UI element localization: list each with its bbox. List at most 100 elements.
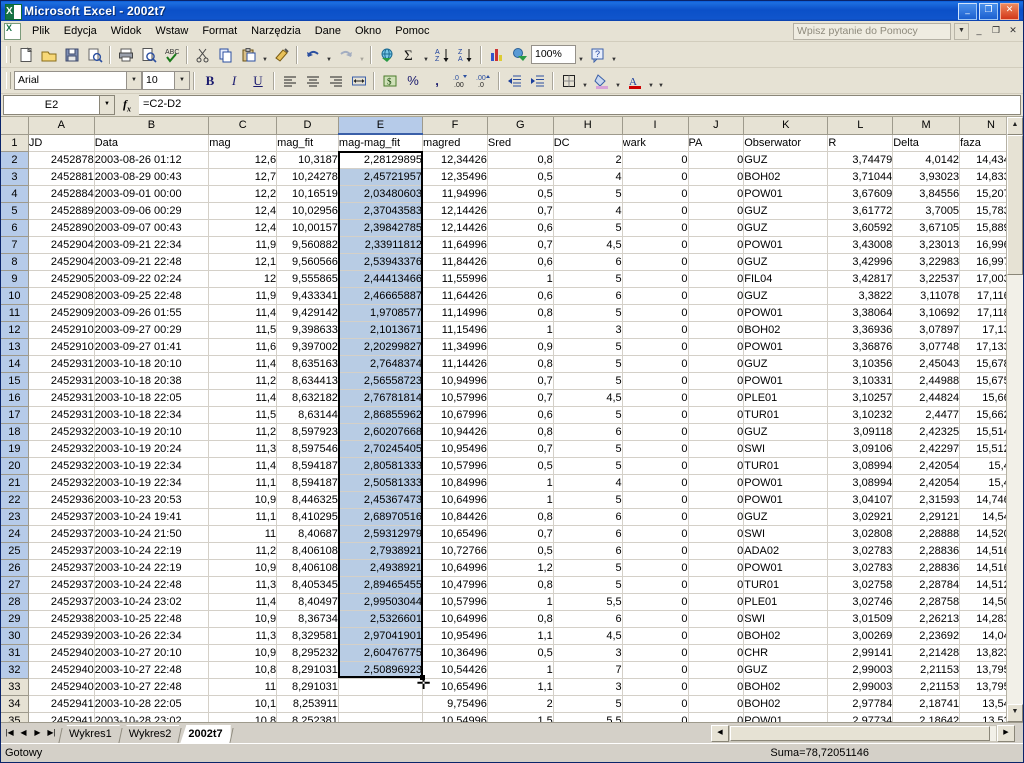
- row-header[interactable]: 8: [1, 253, 29, 271]
- undo-dropdown-icon[interactable]: ▼: [324, 41, 334, 69]
- data-cell[interactable]: TUR01: [743, 457, 829, 475]
- data-cell[interactable]: 11,94996: [422, 185, 488, 203]
- data-cell[interactable]: POW01: [743, 712, 829, 722]
- data-cell[interactable]: 0,5: [487, 168, 554, 186]
- data-cell[interactable]: 2,60476775: [338, 644, 424, 662]
- data-cell[interactable]: GUZ: [743, 287, 829, 305]
- align-center-icon[interactable]: [301, 70, 324, 92]
- next-sheet-icon[interactable]: ▶: [31, 726, 44, 741]
- data-cell[interactable]: 2452940: [28, 678, 95, 696]
- row-header[interactable]: 23: [1, 508, 29, 526]
- data-cell[interactable]: 0: [688, 168, 745, 186]
- paste-dropdown-icon[interactable]: ▼: [260, 41, 270, 69]
- data-cell[interactable]: 5: [553, 406, 623, 424]
- data-cell[interactable]: BOH02: [743, 168, 829, 186]
- data-cell[interactable]: 3,7005: [892, 202, 961, 220]
- data-cell[interactable]: 1,9708577: [338, 304, 424, 322]
- font-size-dropdown-icon[interactable]: ▼: [175, 71, 190, 90]
- data-cell[interactable]: 3,67105: [892, 219, 961, 237]
- data-cell[interactable]: 0: [622, 457, 689, 475]
- data-cell[interactable]: 3,71044: [827, 168, 894, 186]
- data-cell[interactable]: 2,70245405: [338, 440, 424, 458]
- column-header-c[interactable]: C: [208, 117, 278, 135]
- data-cell[interactable]: 0: [688, 491, 745, 509]
- data-cell[interactable]: 3,07748: [892, 338, 961, 356]
- column-header-e[interactable]: E: [338, 117, 424, 135]
- new-icon[interactable]: [14, 44, 37, 66]
- data-cell[interactable]: 2,80581333: [338, 457, 424, 475]
- data-cell[interactable]: 2452881: [28, 168, 95, 186]
- sort-descending-icon[interactable]: ZA: [454, 44, 477, 66]
- data-cell[interactable]: 2003-10-18 22:34: [94, 406, 210, 424]
- data-cell[interactable]: GUZ: [743, 151, 829, 169]
- data-cell[interactable]: 12,2: [208, 185, 278, 203]
- row-header[interactable]: 10: [1, 287, 29, 305]
- close-button[interactable]: ✕: [1000, 2, 1019, 20]
- row-header[interactable]: 22: [1, 491, 29, 509]
- data-cell[interactable]: 8,446325: [276, 491, 339, 509]
- fill-color-dropdown-icon[interactable]: ▼: [613, 67, 623, 95]
- data-cell[interactable]: 2,28784: [892, 576, 961, 594]
- data-cell[interactable]: 0: [688, 644, 745, 662]
- data-cell[interactable]: 8,40497: [276, 593, 339, 611]
- column-header-d[interactable]: D: [276, 117, 339, 135]
- data-cell[interactable]: 2003-10-24 21:50: [94, 525, 210, 543]
- data-cell[interactable]: 3,01509: [827, 610, 894, 628]
- data-cell[interactable]: 5: [553, 576, 623, 594]
- data-cell[interactable]: 2003-10-18 20:38: [94, 372, 210, 390]
- data-cell[interactable]: 2003-09-07 00:43: [94, 219, 210, 237]
- sheet-tab-wykres1[interactable]: Wykres1: [61, 725, 120, 743]
- data-cell[interactable]: 2,28888: [892, 525, 961, 543]
- bold-button[interactable]: B: [198, 70, 222, 92]
- doc-minimize-button[interactable]: _: [972, 24, 986, 38]
- data-cell[interactable]: 0,6: [487, 219, 554, 237]
- data-cell[interactable]: 2,45043: [892, 355, 961, 373]
- row-header[interactable]: 25: [1, 542, 29, 560]
- data-cell[interactable]: 11,2: [208, 542, 278, 560]
- horizontal-scroll-track[interactable]: [729, 724, 997, 742]
- data-cell[interactable]: 1: [487, 474, 554, 492]
- sort-ascending-icon[interactable]: AZ: [431, 44, 454, 66]
- doc-restore-button[interactable]: ❐: [989, 24, 1003, 38]
- row-header[interactable]: 28: [1, 593, 29, 611]
- data-cell[interactable]: 5,5: [553, 712, 623, 722]
- prev-sheet-icon[interactable]: ◀: [17, 726, 30, 741]
- data-cell[interactable]: 2,29121: [892, 508, 961, 526]
- data-cell[interactable]: 0: [688, 610, 745, 628]
- data-cell[interactable]: 0: [622, 627, 689, 645]
- data-cell[interactable]: 2,97041901: [338, 627, 424, 645]
- data-cell[interactable]: 6: [553, 253, 623, 271]
- data-cell[interactable]: 0: [622, 525, 689, 543]
- row-header[interactable]: 26: [1, 559, 29, 577]
- data-cell[interactable]: 11,4: [208, 593, 278, 611]
- data-cell[interactable]: 3: [553, 644, 623, 662]
- data-cell[interactable]: 10,65496: [422, 525, 488, 543]
- data-cell[interactable]: 0: [688, 695, 745, 713]
- data-cell[interactable]: 2452931: [28, 355, 95, 373]
- data-cell[interactable]: BOH02: [743, 695, 829, 713]
- data-cell[interactable]: 8,634413: [276, 372, 339, 390]
- data-cell[interactable]: 2003-10-27 20:10: [94, 644, 210, 662]
- row-header[interactable]: 31: [1, 644, 29, 662]
- data-cell[interactable]: 0: [688, 304, 745, 322]
- column-header-j[interactable]: J: [688, 117, 745, 135]
- data-cell[interactable]: 0: [688, 525, 745, 543]
- borders-icon[interactable]: [557, 70, 580, 92]
- data-cell[interactable]: 2,68970516: [338, 508, 424, 526]
- chart-wizard-icon[interactable]: [485, 44, 508, 66]
- data-cell[interactable]: 2003-10-19 20:10: [94, 423, 210, 441]
- row-header[interactable]: 7: [1, 236, 29, 254]
- row-header[interactable]: 2: [1, 151, 29, 169]
- data-cell[interactable]: [338, 695, 424, 713]
- comma-button[interactable]: ,: [425, 70, 449, 92]
- data-cell[interactable]: 2,45367473: [338, 491, 424, 509]
- data-cell[interactable]: 0: [622, 491, 689, 509]
- data-cell[interactable]: 2003-08-29 00:43: [94, 168, 210, 186]
- data-cell[interactable]: 3,00269: [827, 627, 894, 645]
- data-cell[interactable]: 10,95496: [422, 627, 488, 645]
- data-cell[interactable]: 0: [622, 270, 689, 288]
- data-cell[interactable]: 0: [622, 151, 689, 169]
- data-cell[interactable]: 4,5: [553, 236, 623, 254]
- data-cell[interactable]: 0: [688, 440, 745, 458]
- data-cell[interactable]: 3,67609: [827, 185, 894, 203]
